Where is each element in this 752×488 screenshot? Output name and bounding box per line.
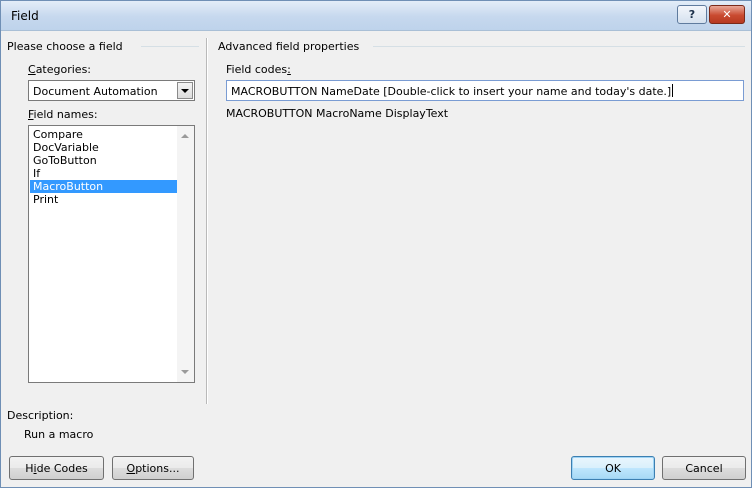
left-section-title: Please choose a field	[7, 40, 127, 53]
list-item[interactable]: Print	[30, 193, 177, 206]
help-icon: ?	[688, 8, 696, 21]
cancel-label: Cancel	[685, 461, 723, 475]
ok-button[interactable]: OK	[571, 456, 655, 480]
hide-codes-label-pre: H	[25, 461, 34, 475]
right-section-title: Advanced field properties	[218, 40, 364, 53]
field-codes-label: Field codes:	[226, 63, 291, 76]
field-codes-label-text: Field codes	[226, 63, 288, 76]
cancel-button[interactable]: Cancel	[662, 456, 746, 480]
options-button[interactable]: Options...	[112, 456, 194, 480]
categories-dropdown[interactable]: Document Automation	[28, 80, 195, 101]
hide-codes-label-post: de Codes	[36, 461, 88, 475]
field-names-label: Field names:	[28, 108, 98, 121]
list-item[interactable]: If	[30, 167, 177, 180]
field-dialog: Field ? ✕ Please choose a field Categori…	[0, 0, 752, 488]
categories-value: Document Automation	[33, 85, 158, 98]
field-codes-input[interactable]: MACROBUTTON NameDate [Double-click to in…	[226, 80, 744, 101]
scroll-down-icon[interactable]	[181, 370, 189, 374]
syntax-hint: MACROBUTTON MacroName DisplayText	[226, 107, 449, 120]
categories-label: Categories:	[28, 63, 91, 76]
close-icon: ✕	[722, 8, 732, 21]
list-item[interactable]: Compare	[30, 128, 177, 141]
list-item[interactable]: GoToButton	[30, 154, 177, 167]
close-button[interactable]: ✕	[709, 5, 745, 24]
hide-codes-button[interactable]: Hide Codes	[9, 456, 104, 480]
description-label: Description:	[7, 409, 74, 422]
field-codes-value: MACROBUTTON NameDate [Double-click to in…	[231, 84, 674, 98]
hide-codes-label: Hide Codes	[25, 462, 87, 475]
left-section-divider	[141, 46, 199, 47]
vertical-separator	[206, 38, 208, 404]
categories-dropdown-button[interactable]	[177, 82, 193, 99]
scroll-up-icon[interactable]	[181, 134, 189, 138]
chevron-down-icon	[181, 88, 189, 93]
ok-label: OK	[605, 461, 621, 475]
categories-label-rest: ategories:	[35, 63, 92, 76]
description-text: Run a macro	[24, 428, 94, 441]
text-caret	[672, 84, 674, 97]
list-scrollbar[interactable]	[177, 126, 194, 382]
field-names-label-rest: ield names:	[33, 108, 98, 121]
right-section-divider	[373, 46, 745, 47]
field-codes-accel: :	[287, 63, 291, 76]
categories-accel: C	[28, 63, 36, 76]
field-names-list[interactable]: Compare DocVariable GoToButton If MacroButto…	[28, 125, 195, 383]
options-accel: O	[126, 461, 136, 475]
dialog-title: Field	[11, 9, 39, 23]
options-label: Options...	[127, 462, 180, 475]
list-item[interactable]: DocVariable	[30, 141, 177, 154]
options-label-post: ptions...	[135, 461, 180, 475]
help-button[interactable]: ?	[677, 5, 707, 24]
list-item[interactable]: MacroButton	[30, 180, 177, 193]
field-codes-text: MACROBUTTON NameDate [Double-click to in…	[231, 85, 672, 98]
title-bar[interactable]: Field ? ✕	[1, 1, 751, 31]
